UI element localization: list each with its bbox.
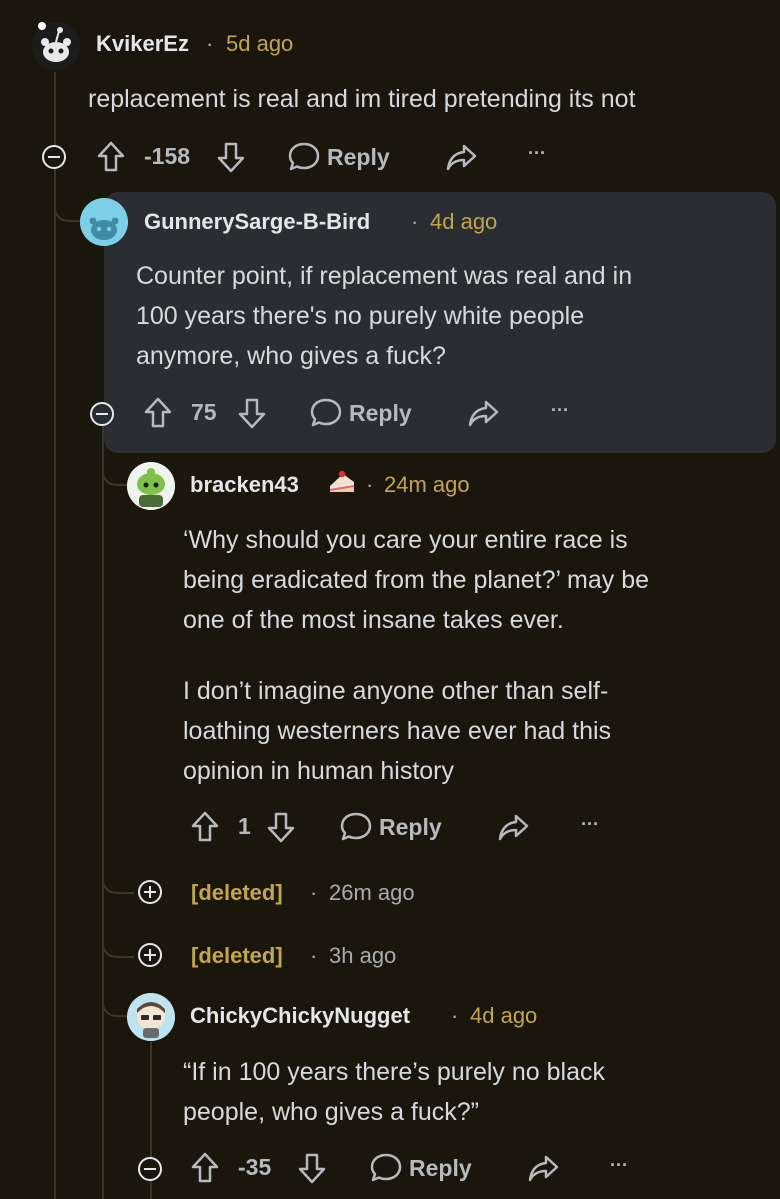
timestamp: 4d ago [430,209,498,234]
downvote-button[interactable] [297,1151,327,1185]
collapse-thread-button[interactable] [90,402,114,426]
avatar[interactable] [127,462,175,510]
snoo-avatar-icon [127,993,175,1041]
avatar[interactable] [80,198,128,246]
comment-body: ‘Why should you care your entire race is… [183,520,649,640]
reply-button[interactable]: Reply [339,810,442,844]
upvote-arrow-icon [191,811,219,842]
timestamp: 26m ago [329,880,415,905]
more-options-button[interactable]: ··· [528,143,546,164]
score: 1 [238,813,251,839]
separator-dot: · [206,31,214,56]
collapse-thread-button[interactable] [138,1157,162,1181]
timestamp: 3h ago [329,943,397,968]
more-options-button[interactable]: ··· [610,1155,628,1176]
upvote-arrow-icon [144,397,172,428]
timestamp: 24m ago [384,472,470,497]
upvote-button[interactable] [190,810,220,844]
reply-button[interactable]: Reply [287,140,390,174]
comment-line: “If in 100 years there’s purely no black [183,1058,605,1086]
reply-button[interactable]: Reply [309,396,412,430]
upvote-button[interactable] [143,396,173,430]
timestamp: 4d ago [470,1003,538,1028]
share-button[interactable] [527,1153,559,1183]
comment-line: loathing westerners have ever had this [183,717,612,745]
more-options-button[interactable]: ··· [581,814,599,835]
downvote-arrow-icon [238,398,266,429]
comment-body: “If in 100 years there’s purely no black… [183,1052,605,1132]
score: 75 [191,399,217,425]
share-button[interactable] [497,812,529,842]
username[interactable]: ChickyChickyNugget [190,1003,410,1029]
comment-line: 100 years there's no purely white people [136,302,585,330]
reply-label: Reply [327,143,390,170]
comment-line: being eradicated from the planet?’ may b… [183,566,650,594]
comment-line: ‘Why should you care your entire race is [183,526,628,554]
share-arrow-icon [498,814,529,841]
comment-line: I don’t imagine anyone other than self- [183,677,609,705]
username[interactable]: KvikerEz [96,31,189,57]
thread-line-level-2 [102,425,104,1199]
snoo-avatar-icon [127,462,175,510]
downvote-button[interactable] [216,140,246,174]
comment-line: Counter point, if replacement was real a… [136,262,633,290]
share-button[interactable] [467,398,499,428]
comment-line: one of the most insane takes ever. [183,606,564,634]
chat-bubble-icon [310,398,342,427]
comment-line: anymore, who gives a fuck? [136,342,446,370]
downvote-button[interactable] [266,810,296,844]
downvote-arrow-icon [298,1153,326,1184]
downvote-arrow-icon [267,812,295,843]
reply-label: Reply [379,813,442,840]
comment-line: people, who gives a fuck?” [183,1098,480,1126]
more-options-button[interactable]: ··· [551,400,569,421]
upvote-arrow-icon [97,141,125,172]
avatar[interactable] [127,993,175,1041]
separator-dot: · [411,209,419,234]
comment-line: replacement is real and im tired pretend… [88,85,636,113]
score: -35 [238,1154,272,1180]
deleted-username: [deleted] [191,880,283,905]
reply-label: Reply [409,1154,472,1181]
comment-body-paragraph-2: I don’t imagine anyone other than self- … [183,671,611,791]
score: -158 [144,143,191,169]
online-dot [38,22,46,30]
snoo-avatar-icon [80,198,128,246]
chat-bubble-icon [370,1153,402,1182]
thread-connector [102,975,130,1017]
reply-button[interactable]: Reply [369,1151,472,1185]
share-arrow-icon [446,144,477,171]
comment-body: replacement is real and im tired pretend… [88,79,636,119]
separator-dot: · [451,1003,459,1028]
timestamp: 5d ago [226,31,294,56]
upvote-arrow-icon [191,1152,219,1183]
downvote-button[interactable] [237,396,267,430]
chat-bubble-icon [288,142,320,171]
upvote-button[interactable] [96,140,126,174]
separator-dot: · [310,880,318,905]
thread-connector [54,176,82,222]
separator-dot: · [366,472,374,497]
cake-icon [327,468,357,496]
share-arrow-icon [468,400,499,427]
chat-bubble-icon [340,812,372,841]
upvote-button[interactable] [190,1151,220,1185]
expand-thread-button[interactable] [138,943,162,967]
thread-line-level-1 [54,72,56,1199]
downvote-arrow-icon [217,142,245,173]
reply-label: Reply [349,399,412,426]
comment-line: opinion in human history [183,757,454,785]
share-arrow-icon [528,1155,559,1182]
username[interactable]: GunnerySarge-B-Bird [144,209,370,235]
username[interactable]: bracken43 [190,472,299,498]
thread-connector [102,850,134,894]
thread-connector [102,912,134,958]
deleted-username: [deleted] [191,943,283,968]
separator-dot: · [310,943,318,968]
expand-thread-button[interactable] [138,880,162,904]
share-button[interactable] [445,142,477,172]
comment-body: Counter point, if replacement was real a… [136,256,632,376]
collapse-thread-button[interactable] [42,145,66,169]
